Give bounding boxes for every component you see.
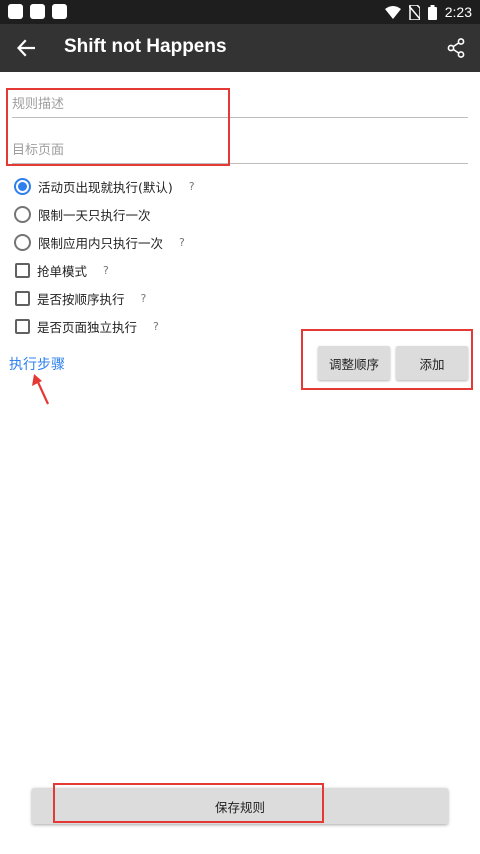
status-bar: 2:23 xyxy=(0,0,480,24)
option-label: 限制应用内只执行一次 xyxy=(38,235,164,251)
option-once-per-app[interactable]: 限制应用内只执行一次 ? xyxy=(14,231,185,253)
share-icon xyxy=(447,38,465,58)
checkbox[interactable] xyxy=(15,262,30,278)
wifi-icon xyxy=(384,5,401,19)
help-icon[interactable]: ? xyxy=(179,236,185,249)
back-button[interactable] xyxy=(12,34,40,62)
help-icon[interactable]: ? xyxy=(189,180,195,193)
page-title: Shift not Happens xyxy=(64,36,227,57)
share-button[interactable] xyxy=(442,34,470,62)
option-sequential[interactable]: 是否按顺序执行 ? xyxy=(14,287,146,309)
clock: 2:23 xyxy=(444,4,472,20)
radio-unselected[interactable] xyxy=(14,205,31,223)
steps-link[interactable]: 执行步骤 xyxy=(9,354,65,374)
option-label: 活动页出现就执行(默认) xyxy=(38,179,173,195)
notification-icon xyxy=(8,4,23,19)
help-icon[interactable]: ? xyxy=(103,264,109,277)
target-page-input[interactable] xyxy=(12,138,468,164)
help-icon[interactable]: ? xyxy=(141,292,147,305)
option-execute-on-appear[interactable]: 活动页出现就执行(默认) ? xyxy=(14,175,195,197)
option-once-per-day[interactable]: 限制一天只执行一次 xyxy=(14,203,151,225)
radio-selected[interactable] xyxy=(14,177,31,195)
checkbox[interactable] xyxy=(15,318,30,334)
app-bar: Shift not Happens xyxy=(0,24,480,72)
help-icon[interactable]: ? xyxy=(153,320,159,333)
option-label: 是否页面独立执行 xyxy=(37,319,138,335)
option-label: 抢单模式 xyxy=(37,263,88,279)
battery-icon xyxy=(427,4,437,20)
save-rule-button[interactable]: 保存规则 xyxy=(32,788,448,824)
option-label: 是否按顺序执行 xyxy=(37,291,125,307)
notification-icon xyxy=(52,4,67,19)
add-button[interactable]: 添加 xyxy=(396,346,468,380)
rule-description-input[interactable] xyxy=(12,92,468,118)
no-sim-icon xyxy=(408,4,420,20)
notification-icon xyxy=(30,4,45,19)
checkbox[interactable] xyxy=(15,290,30,306)
option-label: 限制一天只执行一次 xyxy=(38,207,151,223)
arrow-back-icon xyxy=(17,39,35,57)
radio-unselected[interactable] xyxy=(14,233,31,251)
option-grab-mode[interactable]: 抢单模式 ? xyxy=(14,259,109,281)
reorder-button[interactable]: 调整顺序 xyxy=(318,346,390,380)
option-page-independent[interactable]: 是否页面独立执行 ? xyxy=(14,315,159,337)
rule-editor: 活动页出现就执行(默认) ? 限制一天只执行一次 限制应用内只执行一次 ? 抢单… xyxy=(0,72,480,854)
annotation-arrow-icon xyxy=(32,374,49,405)
